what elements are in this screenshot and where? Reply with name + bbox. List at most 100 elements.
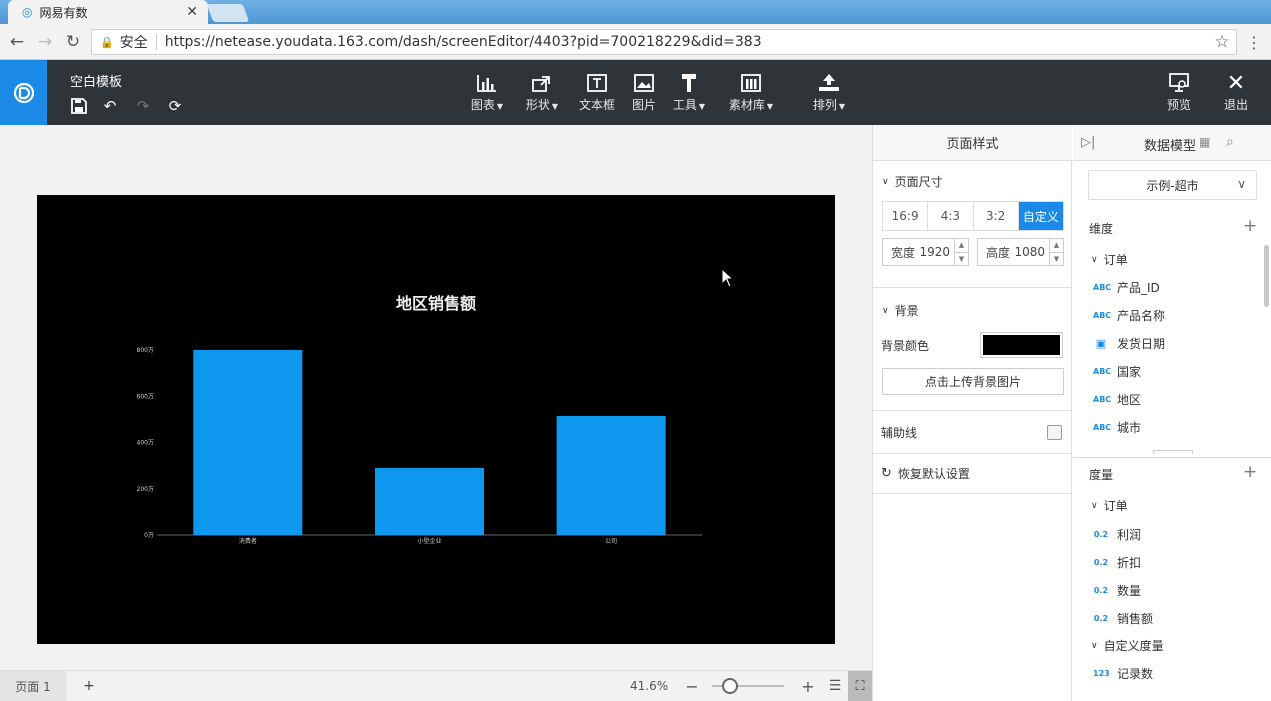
- page-size-section[interactable]: ∨ 页面尺寸: [882, 173, 943, 190]
- measure-group-label: 订单: [1103, 499, 1128, 513]
- dimension-field[interactable]: ABC 城市: [1093, 417, 1141, 437]
- fit-width-icon[interactable]: ☰: [826, 676, 844, 696]
- fit-screen-icon[interactable]: ⛶: [848, 671, 872, 701]
- width-stepper[interactable]: ▲ ▼: [954, 239, 968, 265]
- zoom-value: 41.6%: [630, 679, 669, 693]
- dimension-field[interactable]: ABC 产品_ID: [1093, 277, 1160, 297]
- dimension-group[interactable]: ∨ 订单: [1091, 251, 1128, 268]
- page-tab[interactable]: 页面 1: [0, 671, 66, 701]
- custom-measure-field[interactable]: 123 记录数: [1093, 663, 1153, 683]
- measure-field-name: 销售额: [1117, 611, 1154, 626]
- chevron-down-icon: ∨: [1091, 500, 1098, 511]
- model-select[interactable]: 示例-超市 ∨: [1088, 170, 1257, 200]
- width-field[interactable]: 宽度 1920 ▲ ▼: [882, 238, 969, 266]
- toolbar-image-button[interactable]: 图片: [628, 70, 660, 118]
- toolbar-material-button[interactable]: 素材库 ▼: [724, 70, 778, 118]
- close-icon: ✕: [1226, 70, 1246, 96]
- zoom-in-icon[interactable]: +: [800, 671, 816, 701]
- zoom-out-icon[interactable]: −: [684, 671, 700, 701]
- measure-field[interactable]: 0.2 数量: [1093, 580, 1141, 600]
- measure-group[interactable]: ∨ 订单: [1091, 497, 1128, 514]
- tool-icon: [680, 70, 698, 96]
- dimension-field-name: 国家: [1117, 364, 1142, 379]
- ratio-custom[interactable]: 自定义: [1018, 202, 1063, 230]
- toolbar-image-label: 图片: [631, 98, 656, 112]
- refresh-icon[interactable]: ⟳: [164, 96, 186, 116]
- custom-measure-group-label: 自定义度量: [1103, 639, 1164, 653]
- measure-label: 度量: [1089, 468, 1114, 482]
- chevron-down-icon: ∨: [1091, 640, 1098, 651]
- toolbar-arrange-button[interactable]: 排列 ▼: [808, 70, 850, 118]
- new-tab-button[interactable]: [206, 4, 250, 22]
- measure-field[interactable]: 0.2 折扣: [1093, 552, 1141, 572]
- measure-field[interactable]: 0.2 利润: [1093, 524, 1141, 544]
- reload-icon[interactable]: ↻: [59, 24, 87, 60]
- preview-icon: [1169, 70, 1189, 96]
- toolbar-tool-label: 工具: [672, 98, 697, 112]
- chart-bar[interactable]: [556, 415, 666, 535]
- panel-resize-handle[interactable]: [1153, 450, 1193, 454]
- ratio-16-9[interactable]: 16:9: [883, 202, 929, 230]
- chart[interactable]: 0万 200万 400万 600万 800万消费者 小型企业 公司: [37, 195, 835, 644]
- save-icon[interactable]: [68, 96, 90, 116]
- bg-color-picker[interactable]: [980, 332, 1063, 358]
- reset-defaults-button[interactable]: ↻ 恢复默认设置: [881, 465, 970, 482]
- height-value[interactable]: 1080: [1014, 245, 1045, 259]
- x-tick-label: 小型企业: [417, 537, 441, 545]
- toolbar-chart-label: 图表: [470, 98, 495, 112]
- field-type-icon: ABC: [1093, 422, 1112, 432]
- ratio-3-2[interactable]: 3:2: [973, 202, 1019, 230]
- ratio-4-3[interactable]: 4:3: [928, 202, 974, 230]
- exit-button[interactable]: ✕ 退出: [1220, 70, 1252, 118]
- height-field[interactable]: 高度 1080 ▲ ▼: [977, 238, 1064, 266]
- redo-icon[interactable]: ↷: [132, 96, 154, 116]
- chart-bar[interactable]: [375, 467, 484, 535]
- browser-tab[interactable]: ◎ 网易有数 ✕: [8, 0, 208, 24]
- bookmark-star-icon[interactable]: ☆: [1210, 24, 1234, 60]
- y-tick-label: 200万: [137, 486, 154, 493]
- app-logo-icon[interactable]: [0, 60, 47, 125]
- dimension-field-name: 产品名称: [1117, 308, 1166, 323]
- search-icon[interactable]: ⌕: [1226, 134, 1234, 150]
- guides-checkbox[interactable]: [1047, 425, 1062, 440]
- toolbar-tool-button[interactable]: 工具 ▼: [668, 70, 710, 118]
- panel-scrollbar[interactable]: [1264, 245, 1269, 307]
- toolbar-textbox-label: 文本框: [578, 98, 615, 112]
- background-label: 背景: [894, 304, 919, 318]
- close-tab-icon[interactable]: ✕: [186, 4, 198, 20]
- template-name[interactable]: 空白模板: [70, 71, 122, 90]
- field-type-icon: ABC: [1093, 310, 1112, 320]
- measure-field[interactable]: 0.2 销售额: [1093, 608, 1153, 628]
- toolbar-shape-button[interactable]: 形状 ▼: [521, 70, 563, 118]
- upload-bg-button[interactable]: 点击上传背景图片: [882, 368, 1064, 395]
- height-stepper[interactable]: ▲ ▼: [1049, 239, 1063, 265]
- add-measure-icon[interactable]: +: [1243, 462, 1257, 482]
- preview-button[interactable]: 预览: [1163, 70, 1195, 118]
- dimension-field[interactable]: ABC 地区: [1093, 389, 1141, 409]
- y-tick-label: 800万: [137, 347, 154, 354]
- exit-label: 退出: [1223, 98, 1248, 112]
- chart-bar[interactable]: [193, 350, 303, 535]
- url-bar[interactable]: 🔒 安全 https://netease.youdata.163.com/das…: [91, 29, 1237, 55]
- table-icon[interactable]: ▦: [1199, 135, 1210, 149]
- collapse-panel-icon[interactable]: ▷|: [1081, 135, 1095, 150]
- zoom-slider-handle[interactable]: [722, 678, 738, 694]
- background-section[interactable]: ∨ 背景: [882, 302, 919, 319]
- forward-icon[interactable]: →: [31, 24, 59, 60]
- undo-icon[interactable]: ↶: [99, 96, 121, 116]
- dimension-label: 维度: [1089, 222, 1114, 236]
- width-value[interactable]: 1920: [919, 245, 950, 259]
- toolbar-textbox-button[interactable]: 文本框: [577, 70, 617, 118]
- dimension-field[interactable]: ABC 产品名称: [1093, 305, 1165, 325]
- bar-chart-icon: [477, 70, 497, 96]
- browser-menu-icon[interactable]: ⋮: [1244, 24, 1264, 60]
- dimension-field[interactable]: ABC 国家: [1093, 361, 1141, 381]
- add-dimension-icon[interactable]: +: [1243, 216, 1257, 236]
- url-separator: [155, 34, 157, 50]
- field-type-icon: 0.2: [1093, 529, 1109, 539]
- back-icon[interactable]: ←: [3, 24, 31, 60]
- dimension-field[interactable]: ▣ 发货日期: [1093, 333, 1165, 353]
- add-page-button[interactable]: +: [80, 671, 98, 701]
- toolbar-chart-button[interactable]: 图表 ▼: [466, 70, 508, 118]
- custom-measure-group[interactable]: ∨ 自定义度量: [1091, 637, 1164, 654]
